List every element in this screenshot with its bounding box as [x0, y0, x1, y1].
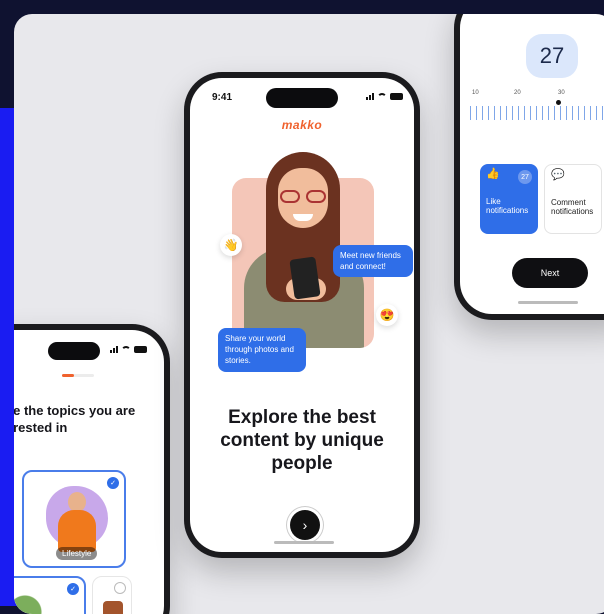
onboarding-progress: [62, 374, 94, 377]
ruler-ticks: [470, 106, 604, 120]
center-phone: 9:41 makko 👋 😍 Meet new friends and conn…: [184, 72, 420, 558]
home-indicator: [274, 541, 334, 544]
heart-eyes-emoji-icon: 😍: [376, 304, 398, 326]
onboarding-headline: Explore the best content by unique peopl…: [220, 407, 384, 474]
signal-icon: [110, 346, 118, 353]
signal-icon: [366, 93, 374, 100]
wifi-icon: [377, 93, 387, 100]
battery-icon: [390, 93, 403, 100]
ruler-indicator[interactable]: [556, 100, 561, 105]
dynamic-island: [266, 88, 338, 108]
status-icons: [366, 93, 403, 100]
status-time: 9:41: [212, 92, 233, 103]
lifestyle-photo: [58, 492, 96, 552]
home-indicator: [518, 301, 578, 304]
left-phone-screen: oose the topics you are interested in ♫ …: [14, 330, 164, 614]
next-arrow-button[interactable]: ›: [290, 510, 320, 540]
battery-icon: [134, 346, 147, 353]
right-phone: 27 10 20 30 👍 27 Like notifications 💬 Co…: [454, 14, 604, 320]
topic-card-fashion[interactable]: [92, 576, 132, 614]
topic-checkbox-checked[interactable]: ✓: [107, 477, 119, 489]
chat-bubble-share: Share your world through photos and stor…: [218, 328, 306, 372]
topic-card-plants[interactable]: ✓: [14, 576, 86, 614]
bag-photo: [103, 601, 123, 614]
number-ruler-slider[interactable]: 10 20 30: [460, 86, 604, 126]
topic-label-lifestyle: Lifestyle: [56, 547, 98, 560]
topic-card-lifestyle[interactable]: ✓ Lifestyle: [22, 470, 126, 568]
topic-checkbox-checked[interactable]: ✓: [67, 583, 79, 595]
comment-notifications-card[interactable]: 💬 Comment notifications: [544, 164, 602, 234]
next-button[interactable]: Next: [512, 258, 588, 288]
chat-bubble-meet: Meet new friends and connect!: [333, 245, 413, 277]
ruler-label: 20: [514, 90, 521, 96]
topics-title: oose the topics you are interested in: [14, 403, 136, 435]
comment-icon: 💬: [551, 169, 565, 181]
showcase-card: oose the topics you are interested in ♫ …: [14, 14, 604, 614]
right-phone-screen: 27 10 20 30 👍 27 Like notifications 💬 Co…: [460, 14, 604, 314]
app-logo: makko: [281, 118, 323, 132]
like-count-badge: 27: [518, 170, 532, 184]
wave-emoji-icon: 👋: [220, 234, 242, 256]
center-phone-screen: 9:41 makko 👋 😍 Meet new friends and conn…: [190, 78, 414, 552]
card-label: Comment notifications: [551, 198, 594, 216]
topic-checkbox[interactable]: [114, 582, 126, 594]
status-icons: [110, 346, 147, 353]
ruler-label: 10: [472, 90, 479, 96]
like-notifications-card[interactable]: 👍 27 Like notifications: [480, 164, 538, 234]
wifi-icon: [121, 346, 131, 353]
count-value: 27: [526, 34, 578, 78]
chevron-right-icon: ›: [302, 517, 308, 533]
ruler-label: 30: [558, 90, 565, 96]
dynamic-island: [48, 342, 100, 360]
left-phone: oose the topics you are interested in ♫ …: [14, 324, 170, 614]
card-label: Like notifications: [486, 197, 529, 215]
plant-photo: [14, 592, 46, 614]
